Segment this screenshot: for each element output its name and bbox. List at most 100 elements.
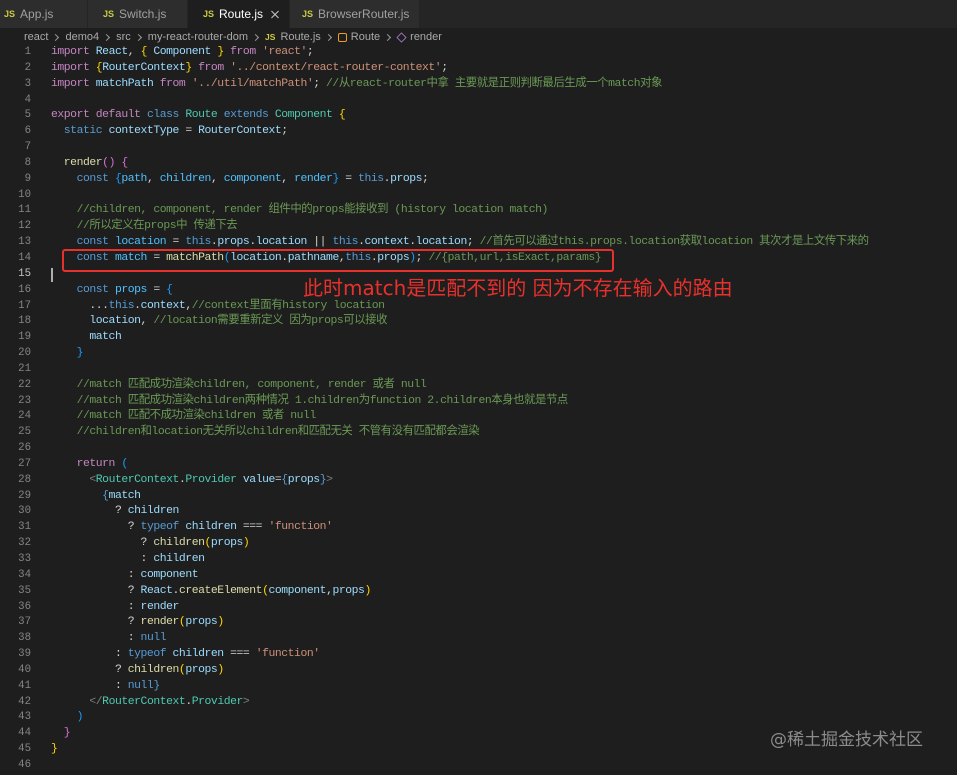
code-line[interactable]: 12 //所以定义在props中 传递下去 (0, 219, 957, 235)
code-line[interactable]: 34 : component (0, 568, 957, 584)
code-text[interactable]: ? typeof children === 'function' (51, 520, 333, 536)
code-text[interactable]: ? render(props) (51, 615, 224, 631)
code-line[interactable]: 37 ? render(props) (0, 615, 957, 631)
code-text[interactable]: //children, component, render 组件中的props能… (51, 203, 549, 219)
code-text[interactable]: render() { (51, 156, 128, 172)
breadcrumb-item-demo4[interactable]: demo4 (65, 31, 99, 43)
breadcrumb-item-react[interactable]: react (24, 31, 48, 43)
line-number: 23 (18, 394, 31, 407)
breadcrumb-item-route-js[interactable]: JS Route.js (265, 31, 321, 43)
code-token: from (153, 77, 192, 90)
code-line[interactable]: 29 {match (0, 489, 957, 505)
code-text[interactable]: const {path, children, component, render… (51, 172, 429, 188)
code-text[interactable]: import matchPath from '../util/matchPath… (51, 77, 662, 93)
code-text[interactable]: //所以定义在props中 传递下去 (51, 219, 238, 235)
code-token: , (146, 172, 160, 185)
code-text[interactable]: ) (51, 710, 84, 726)
code-line[interactable]: 4 (0, 93, 957, 109)
code-text[interactable]: ? children (51, 504, 179, 520)
code-text[interactable]: } (51, 346, 84, 362)
code-text[interactable]: //match 匹配不成功渲染children 或者 null (51, 409, 317, 425)
code-line[interactable]: 46 (0, 758, 957, 774)
code-text[interactable]: match (51, 330, 121, 346)
code-token: location (255, 236, 308, 249)
code-line[interactable]: 24 //match 匹配不成功渲染children 或者 null (0, 409, 957, 425)
code-text[interactable]: : component (51, 568, 199, 584)
code-line[interactable]: 22 //match 匹配成功渲染children, component, re… (0, 378, 957, 394)
code-text[interactable]: export default class Route extends Compo… (51, 108, 346, 124)
code-text[interactable]: <RouterContext.Provider value={props}> (51, 473, 333, 489)
code-text[interactable]: : null (51, 631, 167, 647)
code-line[interactable]: 42 </RouterContext.Provider> (0, 695, 957, 711)
breadcrumb-item-render[interactable]: render (396, 31, 442, 43)
code-text[interactable]: ? children(props) (51, 536, 250, 552)
code-line[interactable]: 39 : typeof children === 'function' (0, 647, 957, 663)
code-text[interactable]: ? children(props) (51, 663, 224, 679)
code-line[interactable]: 18 location, //location需要重新定义 因为props可以接… (0, 314, 957, 330)
code-text[interactable]: const props = { (51, 283, 173, 299)
line-number: 16 (18, 283, 31, 296)
code-text[interactable]: ? React.createElement(component,props) (51, 584, 372, 600)
code-text[interactable]: import React, { Component } from 'react'… (51, 45, 314, 61)
code-text[interactable]: return ( (51, 457, 129, 473)
code-line[interactable]: 30 ? children (0, 504, 957, 520)
code-line[interactable]: 21 (0, 362, 957, 378)
code-text[interactable]: : render (51, 600, 180, 616)
code-text[interactable]: : null} (51, 679, 160, 695)
code-line[interactable]: 5 export default class Route extends Comp… (0, 108, 957, 124)
code-text[interactable]: {match (51, 489, 141, 505)
code-line[interactable]: 33 : children (0, 552, 957, 568)
code-line[interactable]: 41 : null} (0, 679, 957, 695)
code-token: Component (146, 46, 218, 58)
tab-switch-js[interactable]: JS Switch.js (88, 0, 188, 28)
code-text[interactable]: //children和location无关所以children和匹配无关 不管有… (51, 425, 480, 441)
code-line[interactable]: 9 const {path, children, component, rend… (0, 172, 957, 188)
code-line[interactable]: 6 static contextType = RouterContext; (0, 124, 957, 140)
tab-route-js[interactable]: JS Route.js (188, 0, 290, 28)
code-line[interactable]: 35 ? React.createElement(component,props… (0, 584, 957, 600)
code-line[interactable]: 3 import matchPath from '../util/matchPat… (0, 77, 957, 93)
code-line[interactable]: 11 //children, component, render 组件中的pro… (0, 203, 957, 219)
code-text[interactable]: ...this.context,//context里面有history loca… (51, 299, 385, 315)
code-text[interactable]: //match 匹配成功渲染children两种情况 1.children为fu… (51, 394, 569, 410)
breadcrumb-item-my-react-router-dom[interactable]: my-react-router-dom (148, 31, 248, 43)
code-line[interactable]: 26 (0, 441, 957, 457)
code-text[interactable]: location, //location需要重新定义 因为props可以接收 (51, 314, 387, 330)
code-text[interactable]: : typeof children === 'function' (51, 647, 320, 663)
line-number: 19 (18, 331, 31, 344)
code-editor[interactable]: 1 import React, { Component } from 'react… (0, 45, 957, 775)
code-text[interactable]: import {RouterContext} from '../context/… (51, 61, 448, 77)
code-line[interactable]: 27 return ( (0, 457, 957, 473)
code-line[interactable]: 40 ? children(props) (0, 663, 957, 679)
code-line[interactable]: 19 match (0, 330, 957, 346)
tab-app-js[interactable]: JS App.js (0, 0, 88, 28)
breadcrumb-item-route[interactable]: Route (337, 31, 380, 43)
code-line[interactable]: 8 render() { (0, 156, 957, 172)
code-line[interactable]: 25 //children和location无关所以children和匹配无关 … (0, 425, 957, 441)
code-line[interactable]: 20 } (0, 346, 957, 362)
code-text[interactable]: static contextType = RouterContext; (51, 124, 288, 140)
code-line[interactable]: 43 ) (0, 710, 957, 726)
code-text[interactable]: : children (51, 552, 205, 568)
code-line[interactable]: 28 <RouterContext.Provider value={props}… (0, 473, 957, 489)
close-icon[interactable] (268, 7, 282, 21)
code-line[interactable]: 36 : render (0, 600, 957, 616)
code-line[interactable]: 2 import {RouterContext} from '../context… (0, 61, 957, 77)
code-text[interactable]: //match 匹配成功渲染children, component, rende… (51, 378, 427, 394)
code-token: component (140, 568, 199, 581)
code-token: props (390, 172, 423, 185)
code-line[interactable]: 31 ? typeof children === 'function' (0, 520, 957, 536)
code-line[interactable]: 23 //match 匹配成功渲染children两种情况 1.children… (0, 394, 957, 410)
breadcrumb-item-src[interactable]: src (116, 31, 131, 43)
code-line[interactable]: 38 : null (0, 631, 957, 647)
tab-browserrouter-js[interactable]: JS BrowserRouter.js (290, 0, 420, 28)
code-line[interactable]: 10 (0, 188, 957, 204)
code-text[interactable]: } (51, 742, 58, 758)
code-line[interactable]: 32 ? children(props) (0, 536, 957, 552)
code-line[interactable]: 17 ...this.context,//context里面有history l… (0, 299, 957, 315)
code-text[interactable]: } (51, 726, 71, 742)
code-token: //match 匹配不成功渲染children 或者 null (51, 410, 317, 423)
code-text[interactable]: </RouterContext.Provider> (51, 695, 249, 711)
code-line[interactable]: 1 import React, { Component } from 'react… (0, 45, 957, 61)
code-line[interactable]: 7 (0, 140, 957, 156)
